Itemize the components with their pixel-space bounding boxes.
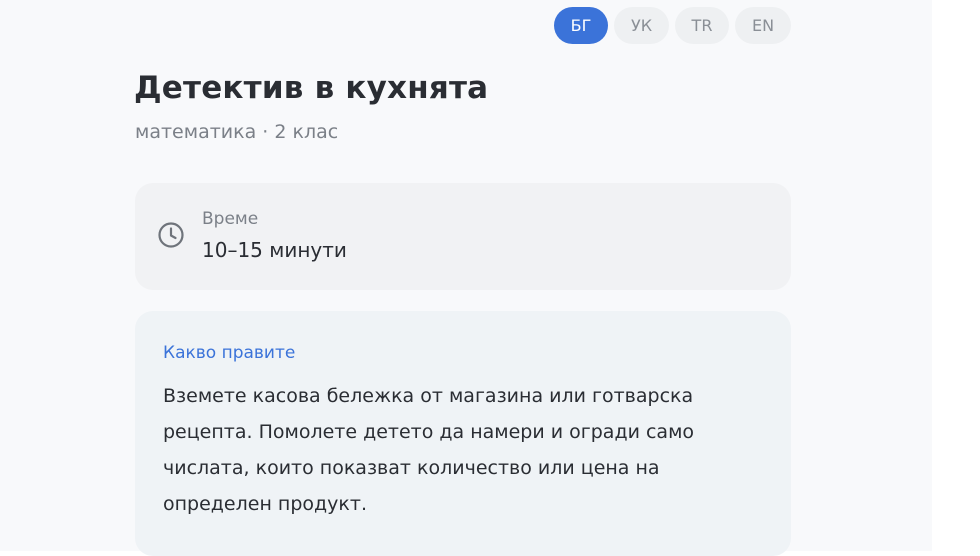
what-you-do-heading: Какво правите (163, 343, 296, 363)
activity-page: БГ УК TR EN Детектив в кухнята математик… (0, 0, 932, 556)
language-button-uk[interactable]: УК (614, 7, 669, 44)
time-card: Време 10–15 минути (135, 183, 791, 290)
what-you-do-card: Какво правите Вземете касова бележка от … (135, 311, 791, 556)
language-button-bg[interactable]: БГ (554, 7, 608, 44)
subject-grade-subtitle: математика · 2 клас (135, 121, 339, 143)
language-button-tr[interactable]: TR (675, 7, 729, 44)
language-button-en[interactable]: EN (735, 7, 791, 44)
page-title: Детектив в кухнята (134, 70, 489, 106)
time-label: Време (202, 209, 259, 229)
time-value: 10–15 минути (202, 238, 347, 262)
what-you-do-text: Вземете касова бележка от магазина или г… (163, 385, 695, 515)
clock-icon (158, 222, 184, 248)
language-switcher: БГ УК TR EN (554, 7, 791, 44)
